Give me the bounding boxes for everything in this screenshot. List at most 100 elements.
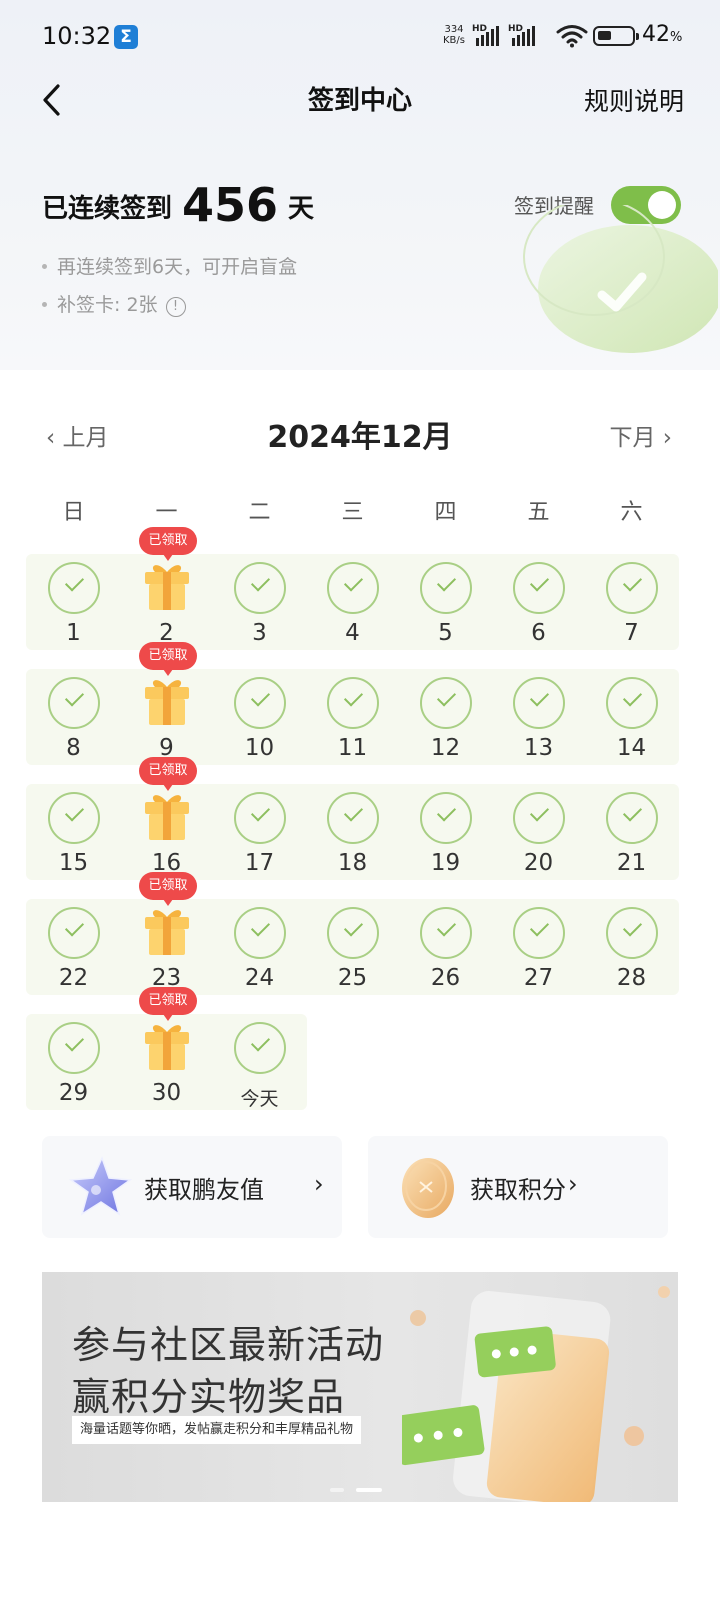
day-number: 7 xyxy=(624,620,639,646)
calendar-day-cell[interactable]: 28 xyxy=(584,899,679,1015)
makeup-card-tip: 补签卡: 2张! xyxy=(42,290,186,317)
calendar-day-cell[interactable]: 5 xyxy=(398,554,493,670)
banner-pagination xyxy=(330,1488,390,1494)
check-badge-decoration xyxy=(523,205,718,353)
network-speed-value: 334 xyxy=(444,24,464,35)
day-number: 29 xyxy=(58,1080,89,1106)
calendar-day-cell[interactable]: 19 xyxy=(398,784,493,900)
calendar-day-cell[interactable]: 4 xyxy=(305,554,400,670)
calendar-day-cell[interactable]: 15 xyxy=(26,784,121,900)
get-friend-value-card[interactable]: 获取鹏友值 › xyxy=(42,1136,342,1238)
day-number: 25 xyxy=(337,965,368,991)
checked-icon xyxy=(327,677,379,729)
banner-subtitle: 海量话题等你晒，发帖赢走积分和丰厚精品礼物 xyxy=(72,1416,362,1444)
streak-prefix: 已连续签到 xyxy=(42,194,173,224)
calendar-day-cell[interactable]: 26 xyxy=(398,899,493,1015)
chevron-left-icon: ‹ xyxy=(46,425,63,451)
streak-days: 456 xyxy=(182,178,279,232)
chevron-right-icon: › xyxy=(568,1170,578,1198)
calendar-day-cell[interactable]: 12 xyxy=(398,669,493,785)
calendar-day-cell[interactable]: 24 xyxy=(212,899,307,1015)
checked-icon xyxy=(327,907,379,959)
calendar-nav: 2024年12月 ‹ 上月 下月 › xyxy=(0,412,720,462)
day-number: 19 xyxy=(430,850,461,876)
calendar-day-cell[interactable]: 今天 xyxy=(212,1014,307,1130)
coin-icon xyxy=(402,1158,454,1218)
weekday-label: 三 xyxy=(341,500,364,525)
weekday-label: 四 xyxy=(434,500,457,525)
checked-icon xyxy=(48,1022,100,1074)
get-points-card[interactable]: 获取积分 › xyxy=(368,1136,668,1238)
calendar-day-cell[interactable]: 已领取 30 xyxy=(119,987,214,1130)
checked-icon xyxy=(48,562,100,614)
battery-percent: 42% xyxy=(642,22,682,47)
calendar-day-cell[interactable]: 11 xyxy=(305,669,400,785)
gift-icon xyxy=(145,795,189,840)
info-icon[interactable]: ! xyxy=(165,297,186,317)
day-number: 27 xyxy=(523,965,554,991)
calendar-day-cell[interactable]: 27 xyxy=(491,899,586,1015)
calendar-day-cell[interactable]: 6 xyxy=(491,554,586,670)
today-label: 今天 xyxy=(240,1088,279,1110)
get-points-label: 获取积分 xyxy=(470,1176,566,1204)
prev-month-button[interactable]: ‹ 上月 xyxy=(46,418,109,452)
calendar-day-cell[interactable]: 10 xyxy=(212,669,307,785)
calendar-day-cell[interactable]: 1 xyxy=(26,554,121,670)
weekday-header: 日 一 二 三 四 五 六 xyxy=(26,494,694,530)
weekday-label: 一 xyxy=(155,500,178,525)
checked-icon xyxy=(606,562,658,614)
day-number: 5 xyxy=(438,620,453,646)
checked-icon xyxy=(234,907,286,959)
checked-icon xyxy=(513,792,565,844)
calendar-day-cell[interactable]: 7 xyxy=(584,554,679,670)
claimed-badge: 已领取 xyxy=(139,987,197,1021)
checked-icon xyxy=(327,792,379,844)
day-number: 20 xyxy=(523,850,554,876)
calendar-day-cell[interactable]: 13 xyxy=(491,669,586,785)
status-time: 10:32 xyxy=(42,22,112,50)
calendar-day-cell[interactable]: 8 xyxy=(26,669,121,785)
calendar-day-cell[interactable]: 22 xyxy=(26,899,121,1015)
checked-icon xyxy=(606,907,658,959)
status-bar: 10:32 Σ 334 KB/s HD HD 42% xyxy=(0,0,720,72)
calendar-day-cell[interactable]: 14 xyxy=(584,669,679,785)
star-icon xyxy=(68,1155,132,1216)
day-number: 18 xyxy=(337,850,368,876)
calendar-day-cell[interactable]: 20 xyxy=(491,784,586,900)
calendar-day-cell[interactable]: 29 xyxy=(26,1014,121,1130)
streak-summary: 已连续签到 456 天 xyxy=(42,178,314,232)
checked-icon xyxy=(420,792,472,844)
day-number: 17 xyxy=(244,850,275,876)
calendar-day-cell[interactable]: 18 xyxy=(305,784,400,900)
signal-icon: HD xyxy=(508,24,536,46)
day-number: 30 xyxy=(151,1080,182,1106)
activity-banner[interactable]: 参与社区最新活动 赢积分实物奖品 海量话题等你晒，发帖赢走积分和丰厚精品礼物 xyxy=(42,1272,678,1502)
banner-headline-2: 赢积分实物奖品 xyxy=(72,1375,346,1419)
day-number: 3 xyxy=(252,620,267,646)
get-friend-value-label: 获取鹏友值 xyxy=(144,1176,264,1204)
pagination-dot xyxy=(330,1488,344,1492)
day-number: 6 xyxy=(531,620,546,646)
day-number: 26 xyxy=(430,965,461,991)
calendar-day-cell[interactable]: 17 xyxy=(212,784,307,900)
next-month-button[interactable]: 下月 › xyxy=(609,418,672,452)
weekday-label: 二 xyxy=(248,500,271,525)
day-number: 24 xyxy=(244,965,275,991)
weekday-label: 五 xyxy=(527,500,550,525)
gift-icon xyxy=(145,910,189,955)
day-number: 4 xyxy=(345,620,360,646)
pagination-dot xyxy=(356,1488,382,1492)
calendar-day-cell[interactable]: 3 xyxy=(212,554,307,670)
streak-tip-text: 再连续签到6天，可开启盲盒 xyxy=(57,256,298,278)
calendar-day-cell[interactable]: 25 xyxy=(305,899,400,1015)
wifi-icon xyxy=(556,25,588,48)
checked-icon xyxy=(48,677,100,729)
checked-icon xyxy=(420,907,472,959)
weekday-label: 日 xyxy=(62,500,85,525)
rules-link[interactable]: 规则说明 xyxy=(584,82,684,118)
prev-month-label: 上月 xyxy=(62,425,109,451)
checked-icon xyxy=(513,677,565,729)
calendar-day-cell[interactable]: 21 xyxy=(584,784,679,900)
checked-icon xyxy=(234,1022,286,1074)
checked-icon xyxy=(48,907,100,959)
